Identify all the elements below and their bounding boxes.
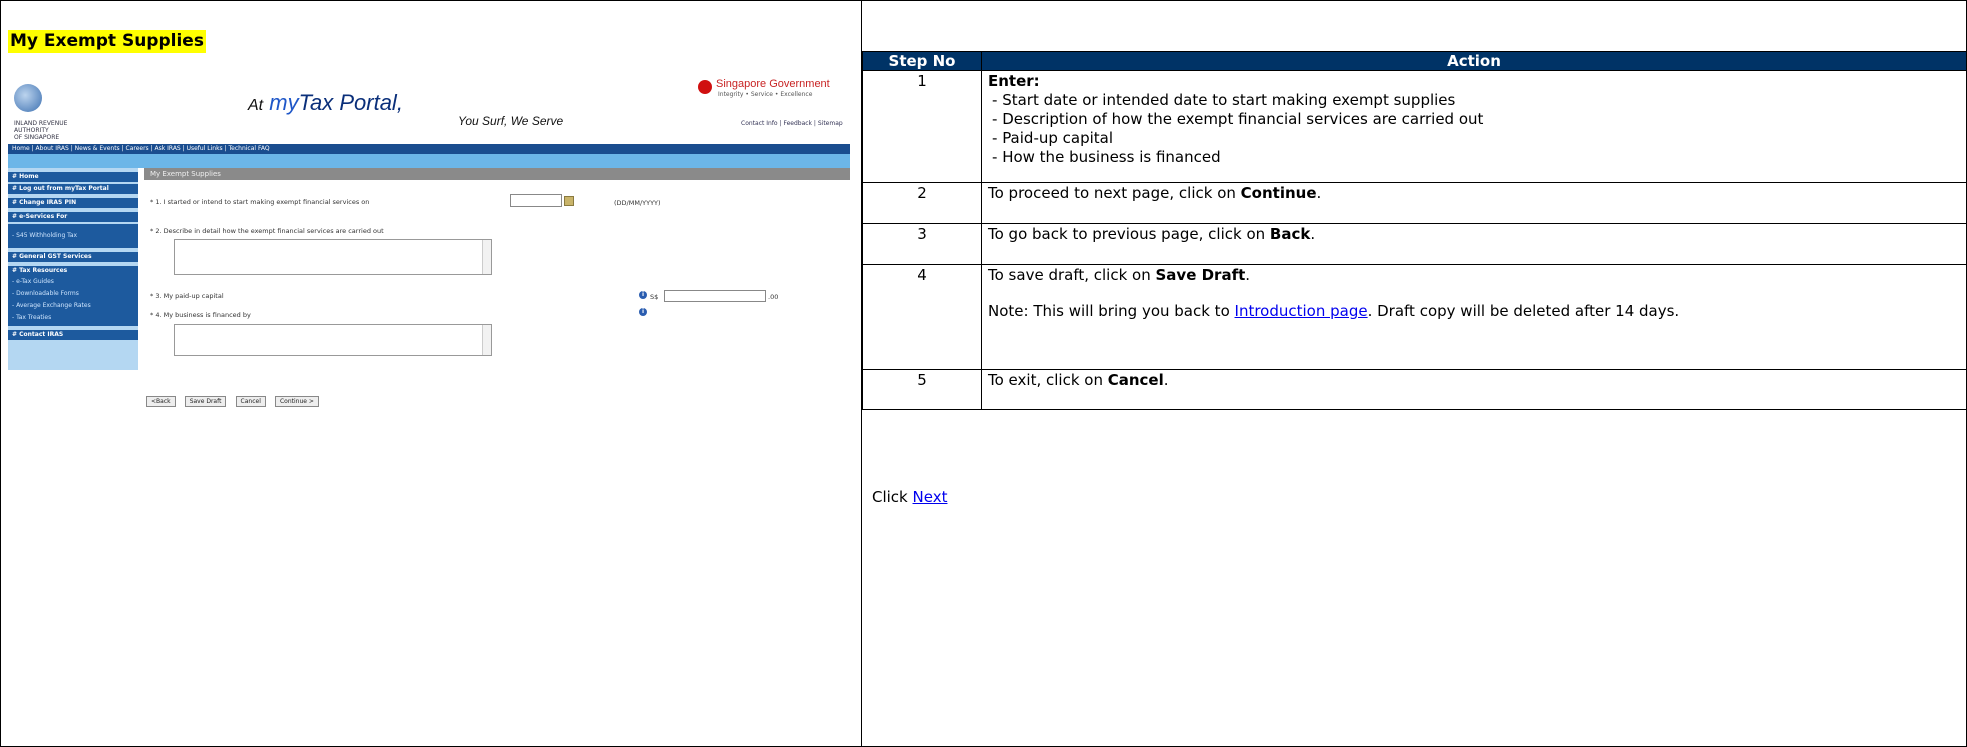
step-action: To go back to previous page, click on Ba… [981, 223, 1967, 265]
table-header-row: Step No Action [862, 51, 1967, 71]
continue-button[interactable]: Continue > [274, 396, 319, 407]
top-navbar[interactable]: Home | About IRAS | News & Events | Care… [8, 144, 850, 154]
form-area: My Exempt Supplies * 1. I started or int… [144, 168, 850, 370]
header-links[interactable]: Contact Info | Feedback | Sitemap [741, 120, 843, 127]
enter-list: - Start date or intended date to start m… [988, 91, 1960, 167]
calendar-icon[interactable] [564, 196, 574, 206]
cancel-ref: Cancel [1107, 371, 1164, 389]
step-number: 3 [862, 223, 982, 265]
next-link[interactable]: Next [913, 488, 948, 506]
step-number: 2 [862, 182, 982, 224]
cents-suffix: .00 [768, 293, 779, 301]
sidebar-item-forms[interactable]: - Downloadable Forms [8, 288, 138, 300]
sidebar-item-home[interactable]: # Home [8, 172, 138, 182]
portal-screenshot: INLAND REVENUE AUTHORITY OF SINGAPORE At… [8, 70, 850, 410]
table-row: 4 To save draft, click on Save Draft. No… [862, 264, 1967, 370]
form-header: My Exempt Supplies [144, 168, 850, 180]
info-icon[interactable]: i [639, 308, 647, 316]
portal-comma: , [396, 90, 403, 115]
q2-label: * 2. Describe in detail how the exempt f… [150, 227, 384, 235]
q3-label: * 3. My paid-up capital [150, 292, 224, 300]
back-ref: Back [1269, 225, 1311, 243]
financing-textarea[interactable] [174, 324, 492, 356]
sidebar-item-eservices[interactable]: # e-Services For [8, 212, 138, 222]
step-number: 5 [862, 369, 982, 410]
gov-name: Singapore Government [716, 78, 830, 90]
iras-logo-icon [14, 84, 42, 112]
sidebar-item-tax-treaties[interactable]: - Tax Treaties [8, 312, 138, 326]
sidebar-item-logout[interactable]: # Log out from myTax Portal [8, 184, 138, 194]
enter-label: Enter: [988, 72, 1040, 90]
step-action: To proceed to next page, click on Contin… [981, 182, 1967, 224]
step-action: Enter: - Start date or intended date to … [981, 70, 1967, 183]
sidebar-item-s45[interactable]: - S45 Withholding Tax [8, 224, 138, 248]
click-next: Click Next [872, 488, 948, 506]
gov-motto: Integrity • Service • Excellence [718, 91, 813, 98]
portal-name-rest: Tax Portal [298, 90, 397, 115]
continue-ref: Continue [1240, 184, 1317, 202]
portal-name-my: my [269, 90, 299, 115]
table-row: 1 Enter: - Start date or intended date t… [862, 70, 1967, 183]
textarea-scrollbar[interactable] [482, 240, 491, 274]
header-action: Action [981, 51, 1967, 71]
cancel-button[interactable]: Cancel [235, 396, 266, 407]
paid-up-capital-input[interactable] [664, 290, 766, 302]
sidebar-item-tax-resources[interactable]: # Tax Resources [8, 266, 138, 276]
introduction-page-link[interactable]: Introduction page [1235, 302, 1368, 320]
step-number: 4 [862, 264, 982, 370]
page-title: My Exempt Supplies [8, 30, 206, 53]
list-item: - How the business is financed [992, 148, 1221, 166]
portal-at: At [248, 97, 264, 114]
save-draft-button[interactable]: Save Draft [184, 396, 227, 407]
list-item: - Paid-up capital [992, 129, 1114, 147]
info-icon[interactable]: i [639, 291, 647, 299]
table-row: 2 To proceed to next page, click on Cont… [862, 182, 1967, 224]
form-button-row: <Back Save Draft Cancel Continue > [146, 388, 323, 407]
header-step-no: Step No [862, 51, 982, 71]
table-row: 5 To exit, click on Cancel. [862, 369, 1967, 410]
sidebar-item-etax-guides[interactable]: - e-Tax Guides [8, 276, 138, 288]
step-action: To save draft, click on Save Draft. Note… [981, 264, 1967, 370]
back-button[interactable]: <Back [146, 396, 176, 407]
description-textarea[interactable] [174, 239, 492, 275]
portal-tagline: You Surf, We Serve [458, 114, 564, 128]
sidebar-item-exchange-rates[interactable]: - Average Exchange Rates [8, 300, 138, 312]
table-row: 3 To go back to previous page, click on … [862, 223, 1967, 265]
sidebar-item-contact[interactable]: # Contact IRAS [8, 330, 138, 340]
sidebar: # Home # Log out from myTax Portal # Cha… [8, 168, 138, 370]
sidebar-item-change-pin[interactable]: # Change IRAS PIN [8, 198, 138, 208]
save-draft-ref: Save Draft [1155, 266, 1246, 284]
list-item: - Description of how the exempt financia… [992, 110, 1484, 128]
q1-label: * 1. I started or intend to start making… [150, 198, 370, 206]
nav-band [8, 154, 850, 168]
steps-table: Step No Action 1 Enter: - Start date or … [862, 51, 1967, 410]
step-action: To exit, click on Cancel. [981, 369, 1967, 410]
gov-lion-icon [698, 80, 712, 94]
textarea-scrollbar[interactable] [482, 325, 491, 355]
start-date-input[interactable] [510, 194, 562, 207]
currency-label: S$ [650, 293, 659, 301]
step-number: 1 [862, 70, 982, 183]
list-item: - Start date or intended date to start m… [992, 91, 1456, 109]
step4-note: Note: This will bring you back to Introd… [988, 302, 1680, 320]
sidebar-item-gst-services[interactable]: # General GST Services [8, 252, 138, 262]
portal-title: At myTax Portal, [248, 90, 403, 116]
iras-logo-text: INLAND REVENUE AUTHORITY OF SINGAPORE [14, 120, 68, 141]
date-format-hint: (DD/MM/YYYY) [614, 199, 661, 207]
q4-label: * 4. My business is financed by [150, 311, 251, 319]
